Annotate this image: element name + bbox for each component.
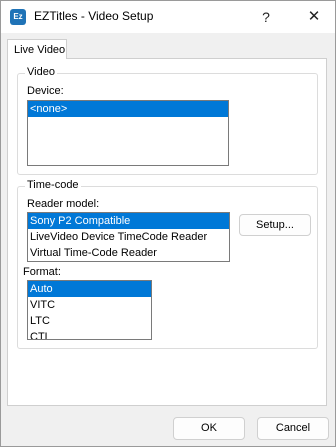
format-item-ctl[interactable]: CTL	[28, 329, 151, 339]
device-item[interactable]: <none>	[28, 101, 228, 117]
dialog-window: Ez EZTitles - Video Setup ? ✕ Live Video…	[0, 0, 336, 447]
video-group: Video Device: <none>	[17, 66, 318, 175]
format-listbox[interactable]: Auto VITC LTC CTL	[27, 280, 152, 340]
cancel-button[interactable]: Cancel	[257, 417, 329, 440]
tab-live-video[interactable]: Live Video	[7, 39, 67, 59]
tab-panel: Video Device: <none> Time-code Reader mo…	[7, 58, 327, 406]
format-item-auto[interactable]: Auto	[28, 281, 151, 297]
reader-item-livevideo[interactable]: LiveVideo Device TimeCode Reader	[28, 229, 229, 245]
timecode-group: Time-code Reader model: Sony P2 Compatib…	[17, 179, 318, 349]
format-item-ltc[interactable]: LTC	[28, 313, 151, 329]
format-label: Format:	[23, 266, 61, 278]
title-bar: Ez EZTitles - Video Setup ? ✕	[1, 1, 335, 33]
ok-button[interactable]: OK	[173, 417, 245, 440]
device-listbox[interactable]: <none>	[27, 100, 229, 166]
app-icon: Ez	[10, 9, 26, 25]
setup-button[interactable]: Setup...	[239, 214, 311, 236]
reader-item-virtual[interactable]: Virtual Time-Code Reader	[28, 245, 229, 261]
video-group-title: Video	[25, 66, 57, 78]
reader-item-sony-p2[interactable]: Sony P2 Compatible	[28, 213, 229, 229]
window-title: EZTitles - Video Setup	[34, 9, 154, 23]
timecode-group-title: Time-code	[25, 179, 81, 191]
close-button[interactable]: ✕	[301, 7, 327, 27]
reader-model-label: Reader model:	[27, 198, 100, 210]
device-label: Device:	[27, 85, 64, 97]
help-button[interactable]: ?	[256, 7, 276, 27]
format-item-vitc[interactable]: VITC	[28, 297, 151, 313]
reader-model-listbox[interactable]: Sony P2 Compatible LiveVideo Device Time…	[27, 212, 230, 262]
